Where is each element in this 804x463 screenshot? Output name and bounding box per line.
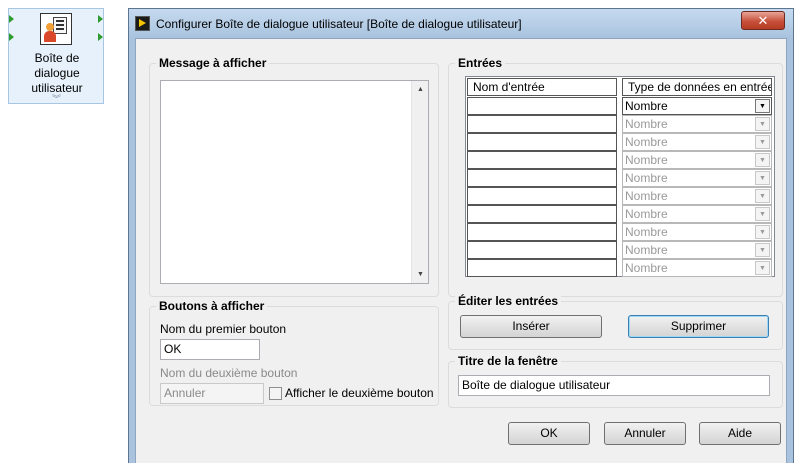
input-type-value: Nombre	[625, 207, 668, 221]
table-row[interactable]: Nombre ▼	[467, 205, 773, 223]
input-name-cell[interactable]	[467, 133, 617, 151]
insert-button[interactable]: Insérer	[460, 315, 602, 338]
input-type-value: Nombre	[625, 243, 668, 257]
input-name-cell[interactable]	[467, 151, 617, 169]
dropdown-arrow-icon[interactable]: ▼	[755, 207, 770, 221]
table-row[interactable]: Nombre ▼	[467, 151, 773, 169]
input-terminal[interactable]	[9, 15, 14, 23]
table-row[interactable]: Nombre ▼	[467, 115, 773, 133]
first-button-label: Nom du premier bouton	[160, 322, 287, 336]
input-type-dropdown[interactable]: Nombre ▼	[622, 259, 772, 277]
input-name-cell[interactable]	[467, 169, 617, 187]
show-second-button-checkbox[interactable]	[269, 387, 282, 400]
window-title: Configurer Boîte de dialogue utilisateur…	[156, 17, 522, 31]
input-name-cell[interactable]	[467, 241, 617, 259]
labview-app-icon	[135, 16, 150, 31]
input-type-dropdown[interactable]: Nombre ▼	[622, 151, 772, 169]
dropdown-arrow-icon[interactable]: ▼	[755, 117, 770, 131]
input-type-value: Nombre	[625, 117, 668, 131]
config-dialog: Configurer Boîte de dialogue utilisateur…	[128, 8, 794, 463]
inputs-table[interactable]: Nom d'entrée Type de données en entrée N…	[465, 76, 775, 277]
group-title: Message à afficher	[156, 56, 270, 70]
input-type-value: Nombre	[625, 225, 668, 239]
input-name-cell[interactable]	[467, 223, 617, 241]
input-name-cell[interactable]	[467, 115, 617, 133]
input-type-dropdown[interactable]: Nombre ▼	[622, 169, 772, 187]
input-type-value: Nombre	[625, 261, 668, 275]
scroll-up-icon[interactable]: ▲	[417, 86, 424, 93]
dropdown-arrow-icon[interactable]: ▼	[755, 171, 770, 185]
dropdown-arrow-icon[interactable]: ▼	[755, 135, 770, 149]
group-title: Éditer les entrées	[455, 294, 562, 308]
message-scrollbar[interactable]: ▲ ▼	[411, 81, 428, 283]
table-row[interactable]: Nombre ▼	[467, 259, 773, 277]
input-type-value: Nombre	[625, 171, 668, 185]
dropdown-arrow-icon[interactable]: ▼	[755, 99, 770, 113]
express-vi-node[interactable]: Boîte de dialogue utilisateur ︾	[8, 8, 104, 104]
dialog-client: Message à afficher ▲ ▼ Boutons à affiche…	[135, 38, 787, 463]
second-button-field[interactable]: Annuler	[160, 383, 264, 404]
input-name-cell[interactable]	[467, 97, 617, 115]
input-type-dropdown[interactable]: Nombre ▼	[622, 115, 772, 133]
dropdown-arrow-icon[interactable]: ▼	[755, 261, 770, 275]
input-type-value: Nombre	[625, 153, 668, 167]
input-type-value: Nombre	[625, 99, 668, 113]
input-name-cell[interactable]	[467, 187, 617, 205]
message-textarea[interactable]: ▲ ▼	[160, 80, 429, 284]
expand-chevron-icon[interactable]: ︾	[52, 92, 61, 105]
dropdown-arrow-icon[interactable]: ▼	[755, 243, 770, 257]
dropdown-arrow-icon[interactable]: ▼	[755, 225, 770, 239]
table-row[interactable]: Nombre ▼	[467, 223, 773, 241]
second-button-label: Nom du deuxième bouton	[160, 366, 298, 380]
input-type-dropdown[interactable]: Nombre ▼	[622, 97, 772, 115]
show-second-button-label[interactable]: Afficher le deuxième bouton	[285, 386, 434, 400]
input-type-dropdown[interactable]: Nombre ▼	[622, 241, 772, 259]
node-label: Boîte de dialogue utilisateur	[31, 51, 83, 95]
input-name-cell[interactable]	[467, 205, 617, 223]
output-terminal[interactable]	[98, 15, 103, 23]
scroll-down-icon[interactable]: ▼	[417, 271, 424, 278]
group-title: Titre de la fenêtre	[455, 354, 561, 368]
input-type-dropdown[interactable]: Nombre ▼	[622, 205, 772, 223]
input-terminal[interactable]	[9, 33, 14, 41]
title-bar[interactable]: Configurer Boîte de dialogue utilisateur…	[129, 9, 793, 38]
table-row[interactable]: Nombre ▼	[467, 133, 773, 151]
group-title: Entrées	[455, 56, 506, 70]
table-row[interactable]: Nombre ▼	[467, 97, 773, 115]
input-type-value: Nombre	[625, 135, 668, 149]
cancel-button[interactable]: Annuler	[604, 422, 686, 445]
dropdown-arrow-icon[interactable]: ▼	[755, 189, 770, 203]
first-button-field[interactable]: OK	[160, 339, 260, 360]
user-dialog-icon	[40, 13, 72, 45]
input-type-dropdown[interactable]: Nombre ▼	[622, 133, 772, 151]
input-name-cell[interactable]	[467, 259, 617, 277]
table-row[interactable]: Nombre ▼	[467, 169, 773, 187]
input-type-value: Nombre	[625, 189, 668, 203]
output-terminal[interactable]	[98, 33, 103, 41]
close-button[interactable]: ✕	[741, 11, 785, 30]
column-header-name[interactable]: Nom d'entrée	[467, 78, 617, 96]
group-title: Boutons à afficher	[156, 299, 268, 313]
delete-button[interactable]: Supprimer	[628, 315, 769, 338]
ok-button[interactable]: OK	[508, 422, 590, 445]
help-button[interactable]: Aide	[699, 422, 781, 445]
window-title-field[interactable]: Boîte de dialogue utilisateur	[458, 375, 770, 396]
column-header-type[interactable]: Type de données en entrée	[622, 78, 772, 96]
input-type-dropdown[interactable]: Nombre ▼	[622, 187, 772, 205]
dropdown-arrow-icon[interactable]: ▼	[755, 153, 770, 167]
table-row[interactable]: Nombre ▼	[467, 187, 773, 205]
table-row[interactable]: Nombre ▼	[467, 241, 773, 259]
input-type-dropdown[interactable]: Nombre ▼	[622, 223, 772, 241]
